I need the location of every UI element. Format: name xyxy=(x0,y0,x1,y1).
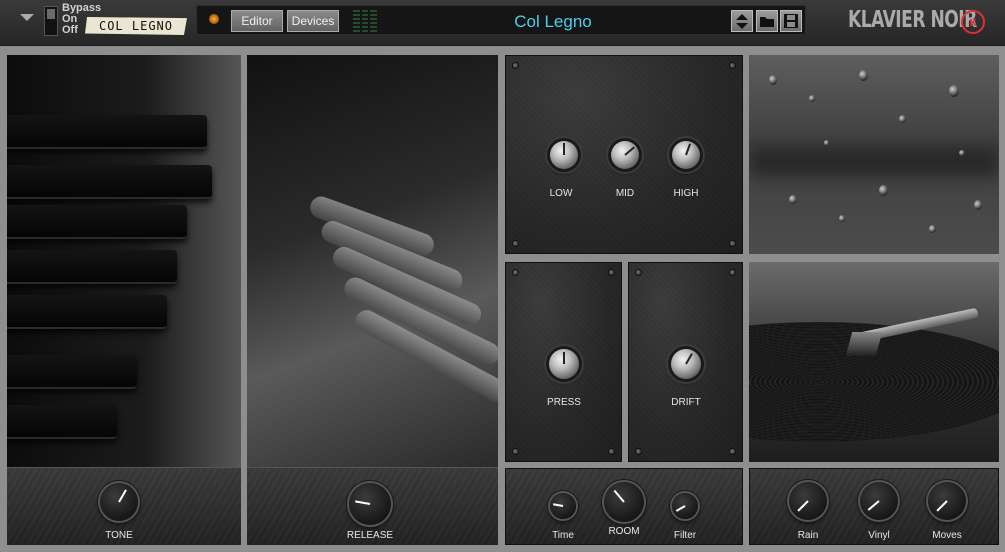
high-knob[interactable] xyxy=(672,141,700,169)
folder-button[interactable] xyxy=(756,10,778,32)
drift-panel: DRIFT xyxy=(628,262,743,462)
vinyl-knob[interactable] xyxy=(860,482,898,520)
preset-prev-icon[interactable] xyxy=(736,14,748,20)
mid-knob[interactable] xyxy=(611,141,639,169)
filter-knob[interactable] xyxy=(672,493,698,519)
time-knob[interactable] xyxy=(550,493,576,519)
drift-label: DRIFT xyxy=(671,397,701,408)
level-meter xyxy=(353,10,378,32)
low-knob[interactable] xyxy=(550,141,578,169)
release-label: RELEASE xyxy=(346,530,394,541)
bypass-switch[interactable] xyxy=(44,6,58,36)
editor-button[interactable]: Editor xyxy=(231,10,283,32)
press-panel: PRESS xyxy=(505,262,622,462)
moves-label: Moves xyxy=(932,530,962,541)
release-panel: RELEASE xyxy=(247,55,498,545)
save-icon xyxy=(784,14,798,28)
folder-icon xyxy=(760,17,774,27)
preset-arrows[interactable] xyxy=(731,10,753,32)
rain-label: Rain xyxy=(797,530,819,541)
tone-panel: TONE xyxy=(7,55,241,545)
turntable-image xyxy=(749,262,999,462)
brand-logo-icon: ĸ xyxy=(961,10,985,34)
room-knob[interactable] xyxy=(604,482,644,522)
preset-name[interactable]: Col Legno xyxy=(420,12,686,32)
save-button[interactable] xyxy=(780,10,802,32)
piano-keys-image xyxy=(7,55,241,467)
preset-next-icon[interactable] xyxy=(736,23,748,29)
press-label: PRESS xyxy=(547,397,581,408)
piano-hammers-image xyxy=(247,55,498,467)
tone-knob[interactable] xyxy=(100,483,138,521)
devices-button[interactable]: Devices xyxy=(287,10,339,32)
press-knob[interactable] xyxy=(549,349,579,379)
eq-panel: LOW MID HIGH xyxy=(505,55,743,254)
brand-name: KLAVIER NOIR xyxy=(848,6,977,34)
rain-window-image xyxy=(749,55,999,254)
status-led xyxy=(209,14,219,24)
rack-header: Bypass On Off COL LEGNO Editor Devices C… xyxy=(0,0,1005,46)
rain-knob[interactable] xyxy=(789,482,827,520)
filter-label: Filter xyxy=(673,530,697,541)
fold-triangle-icon[interactable] xyxy=(20,14,34,21)
release-knob[interactable] xyxy=(349,483,391,525)
drift-knob[interactable] xyxy=(671,349,701,379)
patch-name-tape[interactable]: COL LEGNO xyxy=(85,17,187,35)
moves-knob[interactable] xyxy=(928,482,966,520)
high-label: HIGH xyxy=(673,188,699,199)
tone-label: TONE xyxy=(105,530,133,541)
